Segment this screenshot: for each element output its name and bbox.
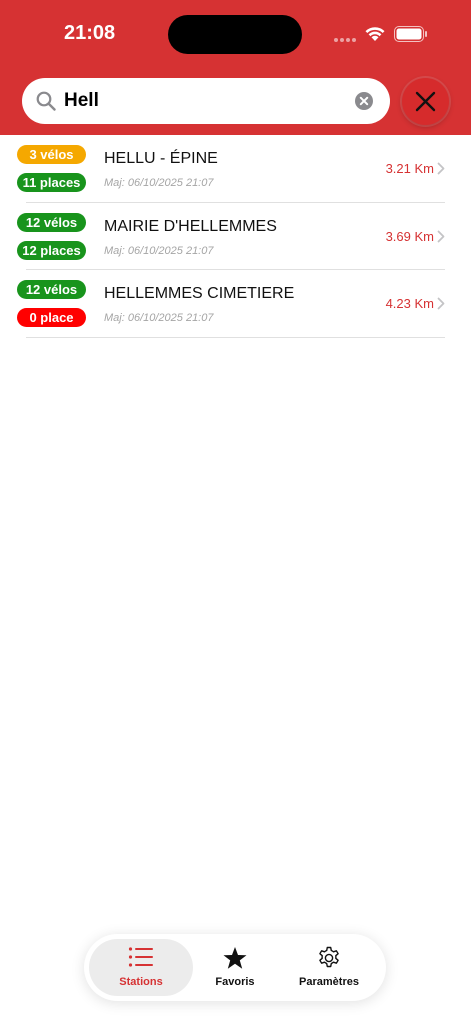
tab-bar: Stations Favoris Paramètres: [84, 934, 386, 1001]
list-icon: [128, 947, 153, 967]
dynamic-island: [168, 15, 302, 54]
battery-icon: [394, 26, 427, 42]
station-distance: 4.23 Km: [385, 296, 434, 311]
places-badge: 12 places: [17, 240, 86, 260]
station-list: 3 vélos 11 places HELLU - ÉPINE Maj: 06/…: [0, 135, 471, 338]
tab-favoris[interactable]: Favoris: [183, 939, 287, 996]
places-badge: 0 place: [17, 308, 86, 327]
chevron-right-icon: [437, 297, 445, 310]
star-icon: [223, 947, 247, 969]
station-update-time: Maj: 06/10/2025 21:07: [104, 244, 214, 257]
cellular-signal-icon: [334, 38, 356, 42]
station-name: MAIRIE D'HELLEMMES: [104, 217, 277, 235]
places-badge: 11 places: [17, 173, 86, 192]
clear-search-icon[interactable]: [355, 92, 373, 110]
close-icon: [415, 91, 436, 112]
station-row[interactable]: 3 vélos 11 places HELLU - ÉPINE Maj: 06/…: [0, 135, 471, 203]
search-field[interactable]: Hell: [22, 78, 390, 124]
station-row[interactable]: 12 vélos 12 places MAIRIE D'HELLEMMES Ma…: [0, 203, 471, 270]
search-input[interactable]: Hell: [64, 90, 99, 112]
tab-favoris-label: Favoris: [215, 976, 255, 988]
tab-stations-label: Stations: [119, 976, 163, 988]
station-name: HELLU - ÉPINE: [104, 150, 218, 167]
search-icon: [36, 91, 56, 111]
header-bar: 21:08 Hell: [0, 0, 471, 135]
chevron-right-icon: [437, 162, 445, 175]
station-row[interactable]: 12 vélos 0 place HELLEMMES CIMETIERE Maj…: [0, 270, 471, 338]
row-divider: [26, 336, 445, 338]
chevron-right-icon: [437, 230, 445, 242]
station-distance: 3.21 Km: [385, 161, 434, 176]
station-name: HELLEMMES CIMETIERE: [104, 285, 295, 302]
tab-parametres-label: Paramètres: [299, 976, 359, 988]
status-time: 21:08: [64, 22, 116, 44]
bikes-badge: 12 vélos: [17, 212, 86, 232]
station-distance: 3.69 Km: [385, 228, 434, 244]
bikes-badge: 12 vélos: [17, 280, 86, 299]
gear-icon: [319, 946, 339, 968]
tab-stations[interactable]: Stations: [89, 939, 193, 996]
bikes-badge: 3 vélos: [17, 145, 86, 164]
wifi-icon: [365, 27, 385, 41]
station-update-time: Maj: 06/10/2025 21:07: [104, 177, 214, 189]
station-update-time: Maj: 06/10/2025 21:07: [104, 312, 214, 324]
close-search-button[interactable]: [402, 78, 449, 125]
tab-parametres[interactable]: Paramètres: [277, 939, 381, 996]
